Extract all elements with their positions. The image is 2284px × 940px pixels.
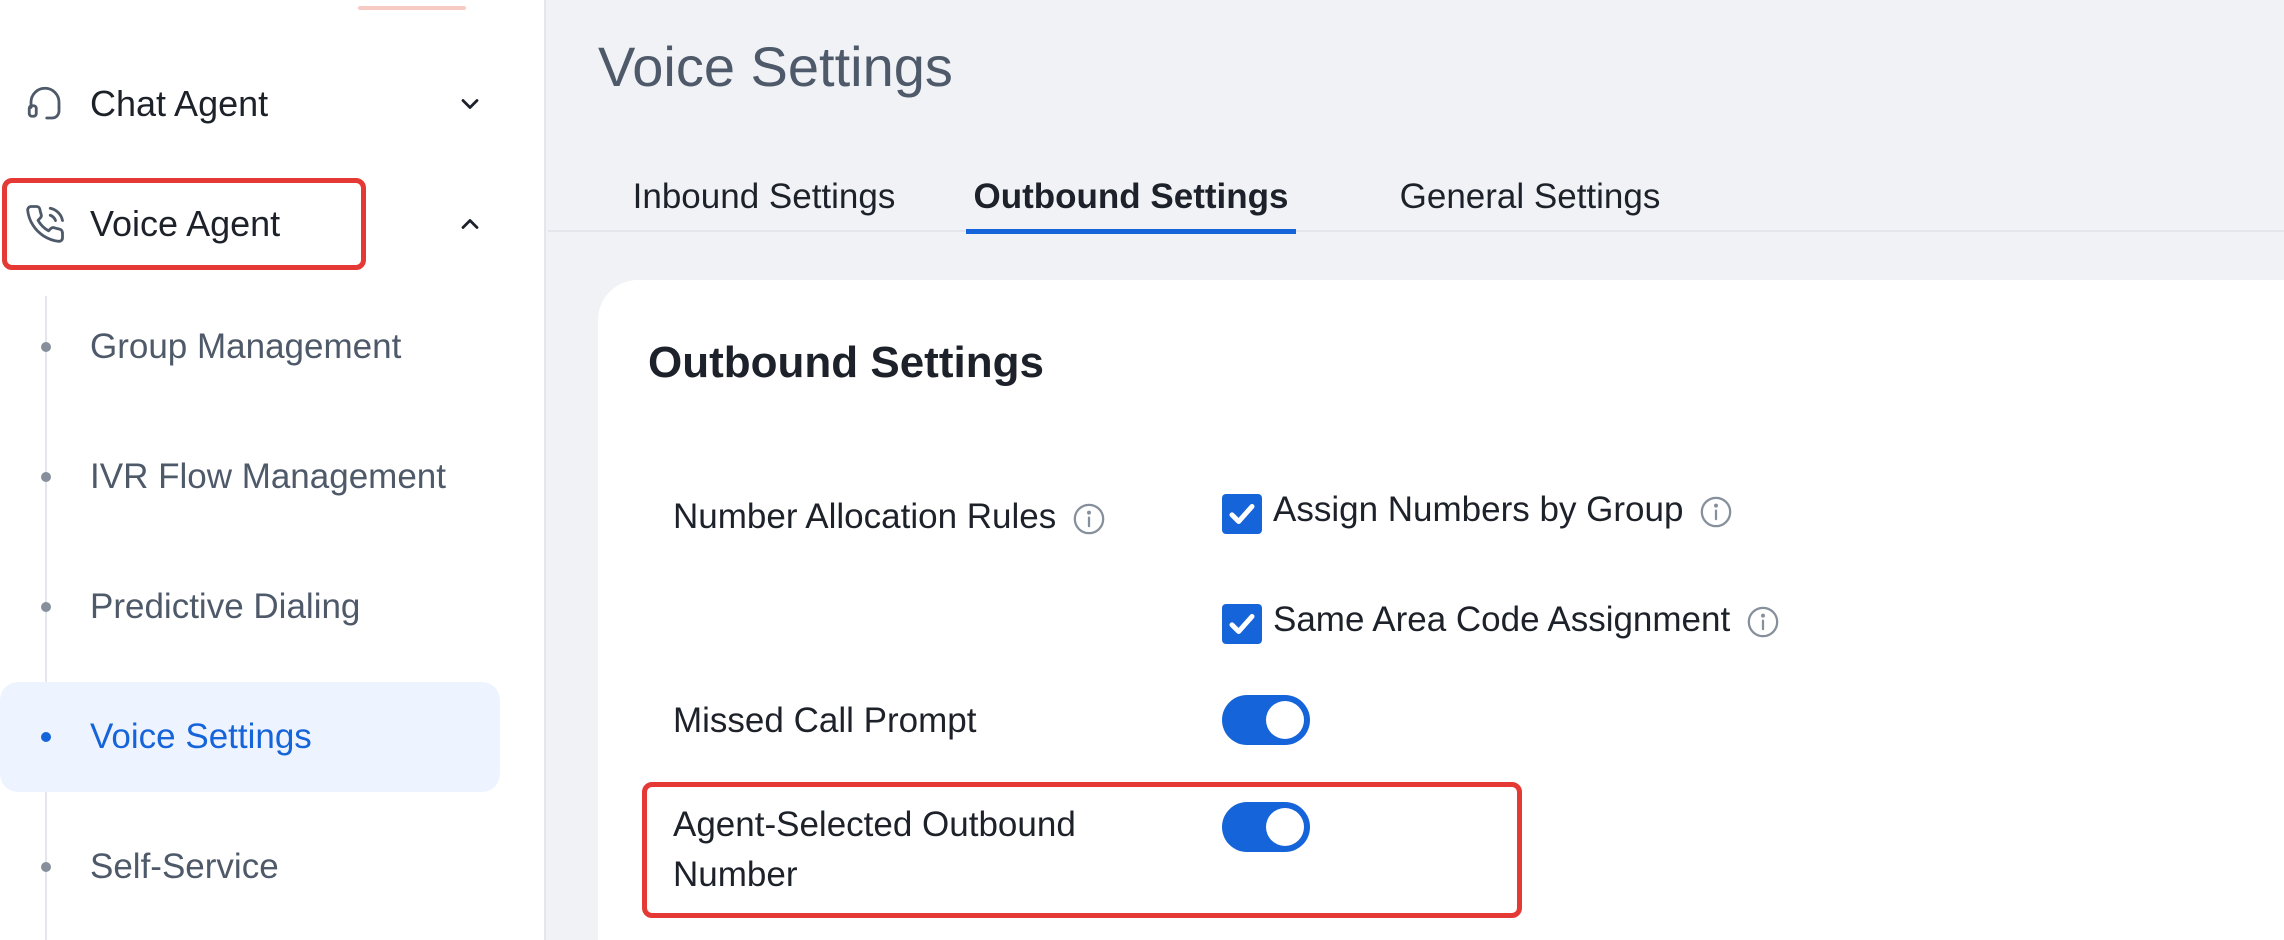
tab-general-settings[interactable]: General Settings — [1390, 162, 1670, 232]
assign-by-group-checkbox[interactable] — [1222, 494, 1262, 534]
same-area-code-label: Same Area Code Assignment — [1273, 600, 1731, 639]
info-icon[interactable] — [1699, 495, 1733, 529]
settings-tabs: Inbound Settings Outbound Settings Gener… — [548, 162, 2284, 234]
bullet-dot — [41, 342, 51, 352]
number-allocation-row-label: Number Allocation Rules — [673, 492, 1106, 542]
sidebar-item-group-management[interactable]: Group Management — [0, 292, 500, 402]
chevron-up-icon[interactable] — [456, 210, 484, 238]
voice-agent-highlight-box — [2, 178, 366, 270]
tab-inbound-settings[interactable]: Inbound Settings — [622, 162, 906, 232]
toggle-knob — [1266, 701, 1304, 739]
sidebar-item-chat-agent[interactable]: Chat Agent — [0, 58, 546, 150]
bullet-dot — [41, 472, 51, 482]
bullet-dot — [41, 862, 51, 872]
sidebar-item-label: Chat Agent — [90, 83, 269, 124]
sidebar-subitem-label: Voice Settings — [90, 717, 312, 756]
bullet-dot — [41, 732, 51, 742]
check-icon — [1229, 614, 1255, 634]
assign-by-group-label: Assign Numbers by Group — [1273, 490, 1684, 529]
tab-label: Outbound Settings — [973, 177, 1289, 216]
missed-call-prompt-label: Missed Call Prompt — [673, 701, 977, 740]
sidebar-item-predictive-dialing[interactable]: Predictive Dialing — [0, 552, 500, 662]
sidebar-subitem-label: IVR Flow Management — [90, 457, 446, 496]
bullet-dot — [41, 602, 51, 612]
chevron-down-icon[interactable] — [456, 90, 484, 118]
page-title: Voice Settings — [598, 35, 953, 98]
number-allocation-label: Number Allocation Rules — [673, 497, 1057, 536]
sidebar-subitem-label: Group Management — [90, 327, 402, 366]
headset-icon — [27, 86, 61, 120]
sidebar: Chat Agent Voice Agent Group Management … — [0, 0, 546, 940]
tab-label: General Settings — [1399, 177, 1661, 216]
same-area-code-row[interactable]: Same Area Code Assignment — [1273, 600, 1780, 640]
sidebar-item-voice-settings[interactable]: Voice Settings — [0, 682, 500, 792]
sidebar-subitem-label: Predictive Dialing — [90, 587, 361, 626]
agent-selected-highlight-box — [642, 782, 1522, 918]
tab-label: Inbound Settings — [632, 177, 896, 216]
missed-call-prompt-toggle[interactable] — [1222, 695, 1310, 745]
tab-outbound-settings[interactable]: Outbound Settings — [966, 162, 1296, 234]
info-icon[interactable] — [1072, 502, 1106, 536]
sidebar-subitem-label: Self-Service — [90, 847, 279, 886]
top-accent-bar — [358, 6, 466, 10]
same-area-code-checkbox[interactable] — [1222, 604, 1262, 644]
card-title: Outbound Settings — [648, 338, 1044, 387]
check-icon — [1229, 504, 1255, 524]
sidebar-item-ivr-flow-management[interactable]: IVR Flow Management — [0, 422, 500, 532]
assign-by-group-row[interactable]: Assign Numbers by Group — [1273, 490, 1733, 530]
sidebar-item-self-service[interactable]: Self-Service — [0, 812, 500, 922]
info-icon[interactable] — [1746, 605, 1780, 639]
